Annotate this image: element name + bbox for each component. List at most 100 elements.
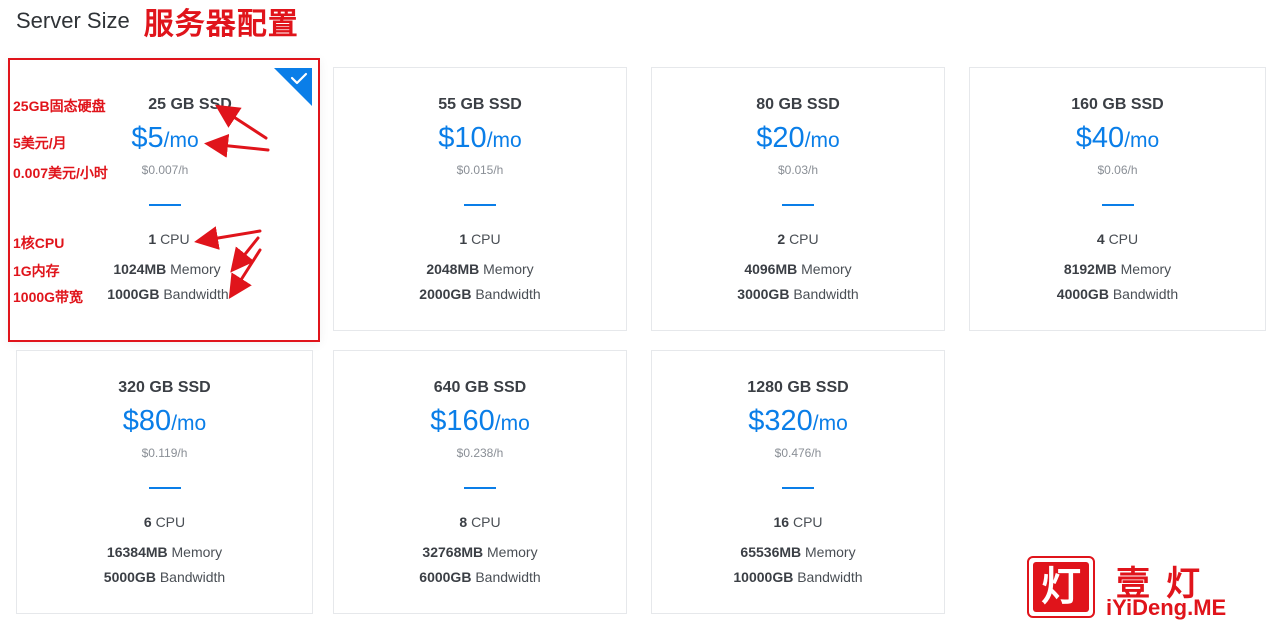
annotation-hourly: 0.007美元/小时 — [13, 165, 108, 181]
plan-bandwidth: 6000GB Bandwidth — [334, 569, 626, 585]
bandwidth-label: Bandwidth — [797, 569, 863, 585]
divider-dash — [464, 487, 496, 489]
bandwidth-label: Bandwidth — [159, 569, 226, 585]
plan-hourly: $0.015/h — [456, 163, 504, 177]
memory-value: 65536MB — [740, 544, 802, 560]
bandwidth-value: 10000GB — [733, 569, 794, 585]
cpu-count: 16 — [773, 514, 790, 530]
price-amount: $40 — [1075, 122, 1125, 154]
cpu-count: 4 — [1096, 231, 1105, 247]
plan-cpu: 6 CPU — [17, 514, 312, 530]
plan-card-2[interactable]: 80 GB SSD $20/mo $0.03/h 2 CPU 4096MB Me… — [651, 67, 945, 331]
annotation-bandwidth: 1000G带宽 — [13, 289, 84, 305]
plan-bandwidth: 5000GB Bandwidth — [17, 569, 312, 585]
price-unit: /mo — [163, 129, 199, 152]
bandwidth-label: Bandwidth — [163, 286, 229, 302]
divider-dash — [149, 204, 181, 206]
plan-bandwidth: 10000GB Bandwidth — [652, 569, 944, 585]
bandwidth-label: Bandwidth — [475, 569, 541, 585]
plan-card-1[interactable]: 55 GB SSD $10/mo $0.015/h 1 CPU 2048MB M… — [333, 67, 627, 331]
divider-dash — [1101, 204, 1134, 206]
bandwidth-label: Bandwidth — [1112, 286, 1179, 302]
plan-memory: 2048MB Memory — [334, 261, 626, 277]
plan-ssd: 25 GB SSD — [148, 96, 232, 113]
plan-ssd: 80 GB SSD — [756, 96, 840, 113]
cpu-label: CPU — [160, 231, 190, 247]
plan-card-6[interactable]: 1280 GB SSD $320/mo $0.476/h 16 CPU 6553… — [651, 350, 945, 614]
cpu-label: CPU — [789, 231, 819, 247]
memory-label: Memory — [170, 261, 221, 277]
plan-bandwidth: 4000GB Bandwidth — [970, 286, 1265, 302]
cpu-count: 6 — [143, 514, 152, 530]
plan-ssd: 55 GB SSD — [438, 96, 522, 113]
plan-cpu: 1 CPU — [114, 231, 224, 247]
cpu-label: CPU — [471, 514, 501, 530]
cpu-count: 2 — [777, 231, 786, 247]
plan-card-3[interactable]: 160 GB SSD $40/mo $0.06/h 4 CPU 8192MB M… — [969, 67, 1266, 331]
bandwidth-label: Bandwidth — [475, 286, 541, 302]
plan-memory: 4096MB Memory — [652, 261, 944, 277]
price-unit: /mo — [171, 412, 207, 435]
plan-price: $10/mo — [334, 122, 626, 155]
plan-cpu: 2 CPU — [652, 231, 944, 247]
memory-value: 32768MB — [422, 544, 484, 560]
plan-memory: 65536MB Memory — [652, 544, 944, 560]
plan-price: $5/mo — [110, 122, 220, 155]
price-amount: $80 — [122, 405, 172, 437]
price-amount: $20 — [756, 122, 805, 154]
plan-price: $160/mo — [334, 405, 626, 438]
plan-hourly: $0.238/h — [456, 446, 504, 460]
plan-ssd: 1280 GB SSD — [747, 379, 849, 396]
divider-dash — [782, 204, 814, 206]
plan-cpu: 1 CPU — [334, 231, 626, 247]
price-unit: /mo — [1124, 129, 1160, 152]
cpu-label: CPU — [155, 514, 186, 530]
plan-memory: 32768MB Memory — [334, 544, 626, 560]
plan-hourly: $0.476/h — [774, 446, 822, 460]
cpu-label: CPU — [792, 514, 823, 530]
plan-price: $320/mo — [652, 405, 944, 438]
watermark-en: iYiDeng.ME — [1106, 595, 1227, 620]
watermark-logo: 灯 — [1027, 556, 1095, 618]
plan-card-4[interactable]: 320 GB SSD $80/mo $0.119/h 6 CPU 16384MB… — [16, 350, 313, 614]
plan-hourly: $0.007/h — [141, 163, 189, 177]
price-unit: /mo — [486, 129, 522, 152]
plan-price: $80/mo — [17, 405, 312, 438]
plan-cpu: 4 CPU — [970, 231, 1265, 247]
plan-ssd: 640 GB SSD — [433, 379, 527, 396]
memory-label: Memory — [1120, 261, 1172, 277]
bandwidth-value: 4000GB — [1056, 286, 1109, 302]
memory-label: Memory — [483, 261, 534, 277]
price-unit: /mo — [812, 412, 848, 435]
memory-value: 1024MB — [113, 261, 167, 277]
plan-card-5[interactable]: 640 GB SSD $160/mo $0.238/h 8 CPU 32768M… — [333, 350, 627, 614]
bandwidth-value: 3000GB — [737, 286, 790, 302]
bandwidth-value: 5000GB — [103, 569, 156, 585]
plan-hourly: $0.03/h — [777, 163, 819, 177]
memory-value: 8192MB — [1063, 261, 1117, 277]
bandwidth-label: Bandwidth — [793, 286, 859, 302]
annotation-monthly: 5美元/月 — [13, 135, 67, 151]
annotation-ssd: 25GB固态硬盘 — [13, 98, 106, 114]
memory-value: 2048MB — [426, 261, 480, 277]
memory-value: 16384MB — [106, 544, 168, 560]
section-title: Server Size 服务器配置 — [16, 4, 299, 41]
plan-ssd: 320 GB SSD — [118, 379, 211, 396]
divider-dash — [464, 204, 496, 206]
price-amount: $10 — [438, 122, 487, 154]
memory-value: 4096MB — [744, 261, 798, 277]
cpu-label: CPU — [471, 231, 501, 247]
selected-check-icon — [274, 68, 312, 106]
cpu-count: 1 — [459, 231, 468, 247]
divider-dash — [148, 487, 181, 489]
bandwidth-value: 1000GB — [107, 286, 160, 302]
watermark-badge-char: 灯 — [1033, 562, 1089, 612]
cpu-label: CPU — [1108, 231, 1139, 247]
memory-label: Memory — [801, 261, 852, 277]
price-unit: /mo — [494, 412, 530, 435]
price-unit: /mo — [804, 129, 840, 152]
memory-label: Memory — [171, 544, 223, 560]
annotation-title: 服务器配置 — [143, 8, 299, 41]
plan-ssd: 160 GB SSD — [1071, 96, 1164, 113]
divider-dash — [782, 487, 814, 489]
